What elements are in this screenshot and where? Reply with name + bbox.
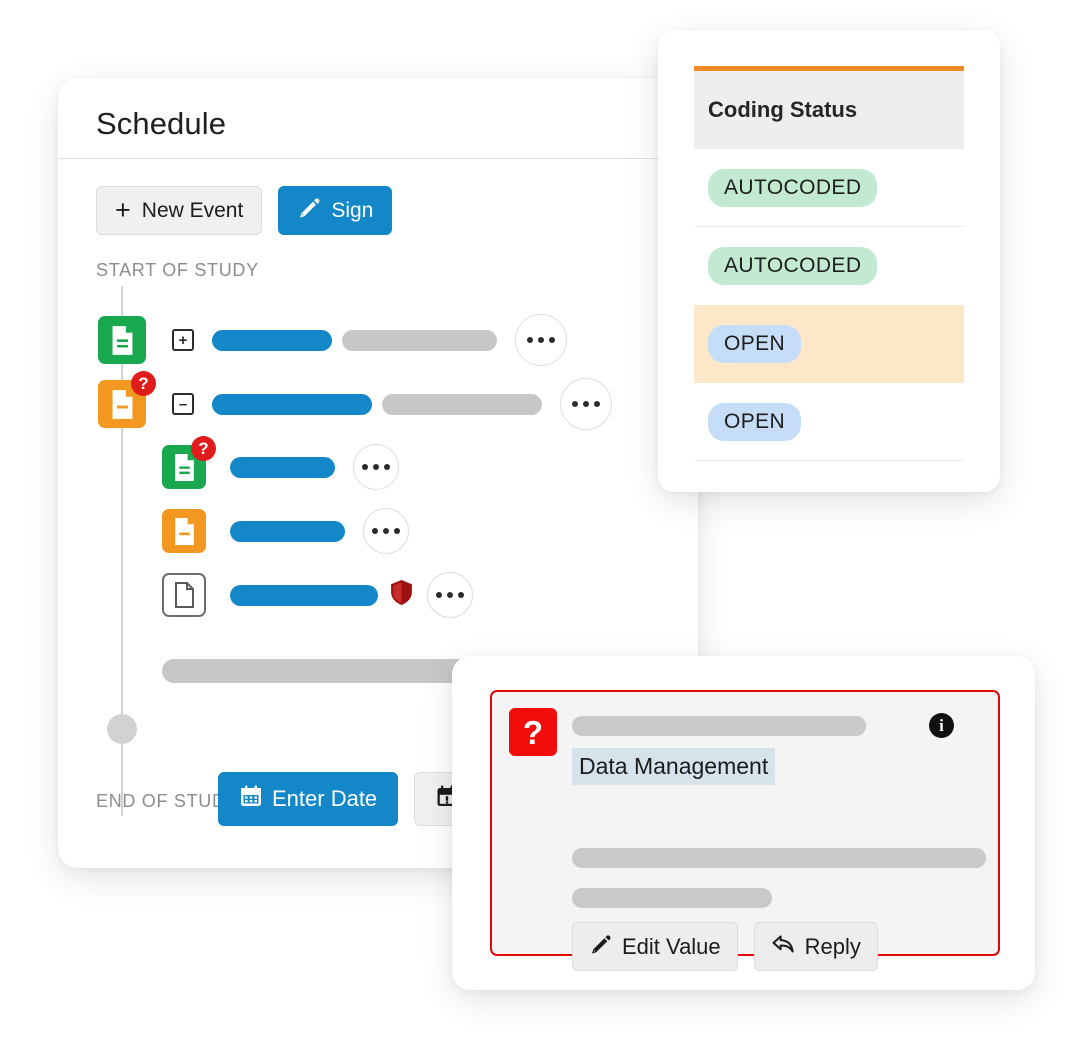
coding-status-table: Coding Status AUTOCODED AUTOCODED OPEN O…	[694, 66, 964, 461]
placeholder-bar	[572, 888, 772, 908]
timeline-end-dot	[107, 714, 137, 744]
query-action-bar: Edit Value Reply	[572, 922, 878, 971]
query-panel: ? i Data Management Edit Value Reply	[452, 656, 1035, 990]
table-row: ? –	[98, 371, 612, 430]
table-row: ?	[162, 436, 399, 490]
enter-date-label: Enter Date	[272, 786, 378, 811]
document-icon[interactable]: ?	[98, 371, 156, 428]
row-bar-secondary	[162, 659, 482, 683]
row-bar-secondary	[382, 393, 542, 415]
expand-row-button[interactable]: +	[172, 329, 194, 351]
question-mark-icon[interactable]: ?	[509, 708, 557, 756]
coding-status-panel: Coding Status AUTOCODED AUTOCODED OPEN O…	[658, 30, 1000, 492]
pen-icon	[297, 195, 322, 226]
row-divider	[694, 460, 964, 461]
sign-label: Sign	[331, 198, 374, 222]
edit-value-label: Edit Value	[622, 933, 721, 959]
plus-icon: +	[115, 195, 131, 225]
pencil-icon	[589, 932, 613, 962]
ellipsis-icon[interactable]	[427, 572, 473, 618]
row-bar-primary	[212, 393, 372, 415]
table-row[interactable]: OPEN	[694, 383, 964, 461]
query-badge-icon[interactable]: ?	[191, 436, 216, 461]
ellipsis-icon[interactable]	[363, 508, 409, 554]
reply-label: Reply	[804, 933, 861, 959]
edit-value-button[interactable]: Edit Value	[572, 922, 738, 971]
table-row	[162, 572, 473, 618]
ellipsis-icon[interactable]	[560, 378, 612, 430]
coding-status-header-label: Coding Status	[708, 97, 858, 122]
document-icon[interactable]	[98, 316, 146, 364]
table-row: +	[98, 314, 567, 366]
info-glyph: i	[939, 716, 944, 735]
header-divider	[58, 158, 698, 159]
highlighted-value: Data Management	[572, 748, 776, 785]
enter-date-button[interactable]: Enter Date	[218, 772, 399, 826]
status-badge: OPEN	[708, 402, 802, 442]
schedule-toolbar: + New Event Sign	[96, 186, 393, 235]
table-row[interactable]: AUTOCODED	[694, 149, 964, 227]
placeholder-bar	[572, 716, 866, 736]
status-badge: AUTOCODED	[708, 168, 878, 208]
table-row[interactable]: AUTOCODED	[694, 227, 964, 305]
query-detail-box: ? i Data Management Edit Value Reply	[490, 690, 1000, 971]
new-event-label: New Event	[141, 198, 244, 222]
shield-icon[interactable]	[390, 579, 413, 611]
ellipsis-icon[interactable]	[353, 444, 399, 490]
page-title: Schedule	[96, 106, 227, 141]
reply-button[interactable]: Reply	[753, 922, 878, 971]
document-icon[interactable]: ?	[162, 436, 216, 489]
question-mark-glyph: ?	[522, 713, 544, 751]
calendar-icon	[239, 784, 263, 814]
sign-button[interactable]: Sign	[278, 186, 393, 235]
row-bar-primary	[230, 584, 378, 606]
collapse-row-button[interactable]: –	[172, 393, 194, 415]
query-badge-icon[interactable]: ?	[131, 371, 156, 396]
status-badge: OPEN	[708, 324, 802, 364]
row-bar-primary	[230, 520, 345, 542]
table-row[interactable]: OPEN	[694, 305, 964, 383]
placeholder-bar	[572, 848, 986, 868]
new-event-button[interactable]: + New Event	[96, 186, 263, 235]
table-row	[162, 508, 409, 554]
timeline-start-label: START OF STUDY	[96, 260, 259, 280]
status-badge: AUTOCODED	[708, 246, 878, 286]
app-canvas: Schedule + New Event Sign START OF STUDY…	[0, 0, 1080, 1050]
row-bar-secondary	[342, 329, 497, 351]
document-icon[interactable]	[162, 509, 206, 553]
column-header-coding-status: Coding Status	[694, 71, 964, 149]
document-outline-icon[interactable]	[162, 573, 206, 617]
reply-arrow-icon	[771, 932, 796, 962]
row-bar-primary	[230, 456, 335, 478]
info-icon[interactable]: i	[929, 713, 954, 738]
ellipsis-icon[interactable]	[515, 314, 567, 366]
row-bar-primary	[212, 329, 332, 351]
